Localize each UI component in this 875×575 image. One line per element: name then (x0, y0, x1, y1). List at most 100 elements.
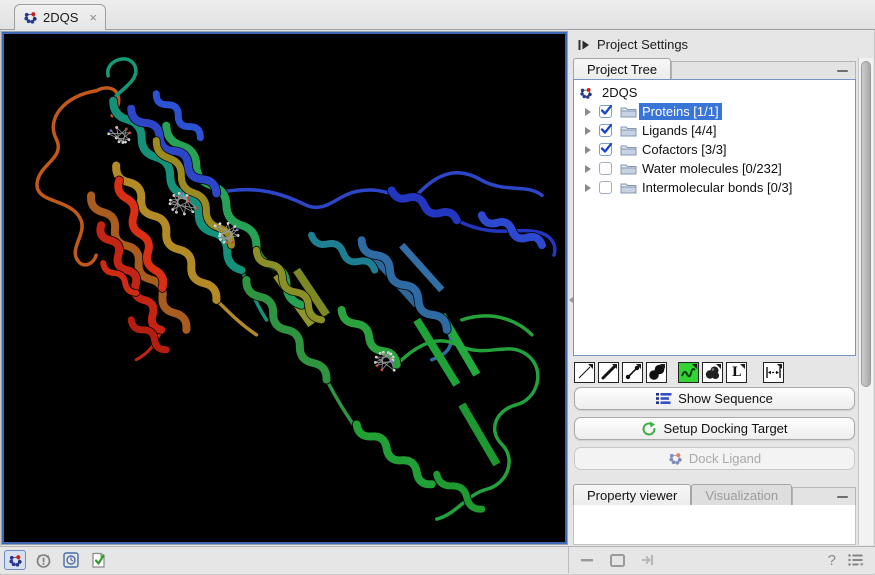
setup-docking-target-button[interactable]: Setup Docking Target (574, 417, 855, 440)
project-tree-tab-label: Project Tree (587, 61, 658, 77)
checkbox-ligands[interactable] (599, 124, 612, 137)
project-settings-label: Project Settings (597, 37, 689, 52)
tab-property-viewer[interactable]: Property viewer (573, 484, 692, 505)
property-viewer-tab-label: Property viewer (587, 487, 678, 503)
tab-2dqs[interactable]: 2DQS × (14, 4, 106, 30)
wireframe-icon (578, 366, 591, 379)
tree-item-intermolecular-bonds[interactable]: Intermolecular bonds [0/3] (574, 178, 855, 197)
expand-arrow-icon[interactable] (585, 145, 591, 154)
alert-clock-icon (36, 553, 50, 568)
help-button[interactable]: ? (828, 552, 836, 569)
expand-arrow-icon[interactable] (585, 107, 591, 116)
molecule-3d-viewport[interactable] (2, 32, 567, 544)
tab-row-filler (792, 487, 856, 505)
backbone-button[interactable] (678, 362, 699, 383)
window-icon (609, 553, 625, 567)
tree-item-cofactors[interactable]: Cofactors [3/3] (574, 140, 855, 159)
dock-ligand-icon (668, 451, 683, 466)
minimize-icon (580, 559, 593, 562)
folder-icon (620, 143, 637, 156)
list-menu-icon (847, 554, 863, 566)
action-buttons: Show Sequence Setup Docking Target Dock … (573, 385, 856, 477)
tree-item-label[interactable]: Intermolecular bonds [0/3] (639, 179, 795, 196)
molecule-3d-rendering (35, 57, 557, 521)
history-icon (63, 552, 79, 568)
side-panel: Project Settings Project Tree 2DQS Prote… (571, 31, 875, 545)
setup-docking-target-label: Setup Docking Target (663, 421, 788, 436)
minimize-panel-icon[interactable] (837, 495, 848, 498)
checkbox-water-molecules[interactable] (599, 162, 612, 175)
tab-row-filler (671, 61, 856, 79)
issues-button[interactable] (32, 550, 54, 570)
tree-item-label[interactable]: Cofactors [3/3] (639, 141, 730, 158)
dock-ligand-label: Dock Ligand (688, 451, 762, 466)
folder-icon (620, 181, 637, 194)
tree-root-label: 2DQS (602, 85, 638, 100)
scrollbar-thumb[interactable] (861, 61, 871, 387)
new-view-button[interactable] (606, 550, 628, 570)
workspace-status-bar: ? (569, 547, 875, 573)
ball-and-stick-button[interactable] (622, 362, 643, 383)
expand-arrow-icon[interactable] (585, 183, 591, 192)
wireframe-button[interactable] (574, 362, 595, 383)
show-sequence-button[interactable]: Show Sequence (574, 387, 855, 410)
tab-visualization[interactable]: Visualization (691, 484, 793, 505)
tab-close-icon[interactable]: × (89, 11, 97, 24)
stick-button[interactable] (598, 362, 619, 383)
label-button[interactable]: L (726, 362, 747, 383)
tree-item-ligands[interactable]: Ligands [4/4] (574, 121, 855, 140)
molecule-icon (23, 10, 38, 25)
backbone-icon (681, 368, 696, 378)
project-tree[interactable]: 2DQS Proteins [1/1] Ligands [4/4] Cofact… (573, 79, 856, 356)
tree-item-label[interactable]: Proteins [1/1] (639, 103, 722, 120)
tree-item-label[interactable]: Water molecules [0/232] (639, 160, 785, 177)
project-settings-header[interactable]: Project Settings (571, 31, 875, 58)
surface-icon (705, 366, 720, 380)
expand-panel-icon (578, 39, 589, 50)
checkbox-intermolecular-bonds[interactable] (599, 181, 612, 194)
visualization-tab-label: Visualization (705, 487, 779, 503)
folder-icon (620, 162, 637, 175)
tree-root-2dqs[interactable]: 2DQS (574, 83, 855, 102)
dock-arrow-icon (641, 555, 653, 565)
ball-and-stick-icon (625, 365, 640, 380)
validation-report-button[interactable] (88, 550, 110, 570)
workspace-menu-button[interactable] (844, 550, 866, 570)
tree-item-water-molecules[interactable]: Water molecules [0/232] (574, 159, 855, 178)
sequence-icon (656, 393, 672, 404)
status-bar: ? (0, 546, 875, 573)
checkbox-proteins[interactable] (599, 105, 612, 118)
structure-view-button[interactable] (4, 550, 26, 570)
check-document-icon (92, 552, 105, 568)
molecule-icon (8, 553, 23, 568)
minimize-panel-icon[interactable] (837, 69, 848, 72)
spacefill-button[interactable] (646, 362, 667, 383)
molecule-icon (579, 86, 593, 100)
panel-scrollbar[interactable] (858, 58, 873, 545)
tree-item-proteins[interactable]: Proteins [1/1] (574, 102, 855, 121)
minimize-button[interactable] (576, 550, 598, 570)
dock-ligand-button[interactable]: Dock Ligand (574, 447, 855, 470)
folder-icon (620, 124, 637, 137)
tab-project-tree[interactable]: Project Tree (573, 58, 672, 79)
surface-button[interactable] (702, 362, 723, 383)
checkbox-cofactors[interactable] (599, 143, 612, 156)
document-tab-bar: 2DQS × (0, 0, 875, 30)
spacefill-icon (649, 364, 665, 380)
stick-icon (601, 365, 616, 380)
history-button[interactable] (60, 550, 82, 570)
representation-toolbar: L (573, 356, 856, 385)
distance-icon (766, 367, 781, 378)
property-viewer-body (573, 505, 856, 545)
folder-icon (620, 105, 637, 118)
tree-item-label[interactable]: Ligands [4/4] (639, 122, 719, 139)
distance-button[interactable] (763, 362, 784, 383)
expand-arrow-icon[interactable] (585, 126, 591, 135)
tab-label: 2DQS (43, 10, 79, 25)
docking-target-icon (643, 421, 656, 435)
expand-arrow-icon[interactable] (585, 164, 591, 173)
show-sequence-label: Show Sequence (678, 391, 773, 406)
dock-view-button[interactable] (636, 550, 658, 570)
bottom-tab-row: Property viewer Visualization (573, 484, 856, 505)
viewer-status-bar (0, 547, 569, 573)
